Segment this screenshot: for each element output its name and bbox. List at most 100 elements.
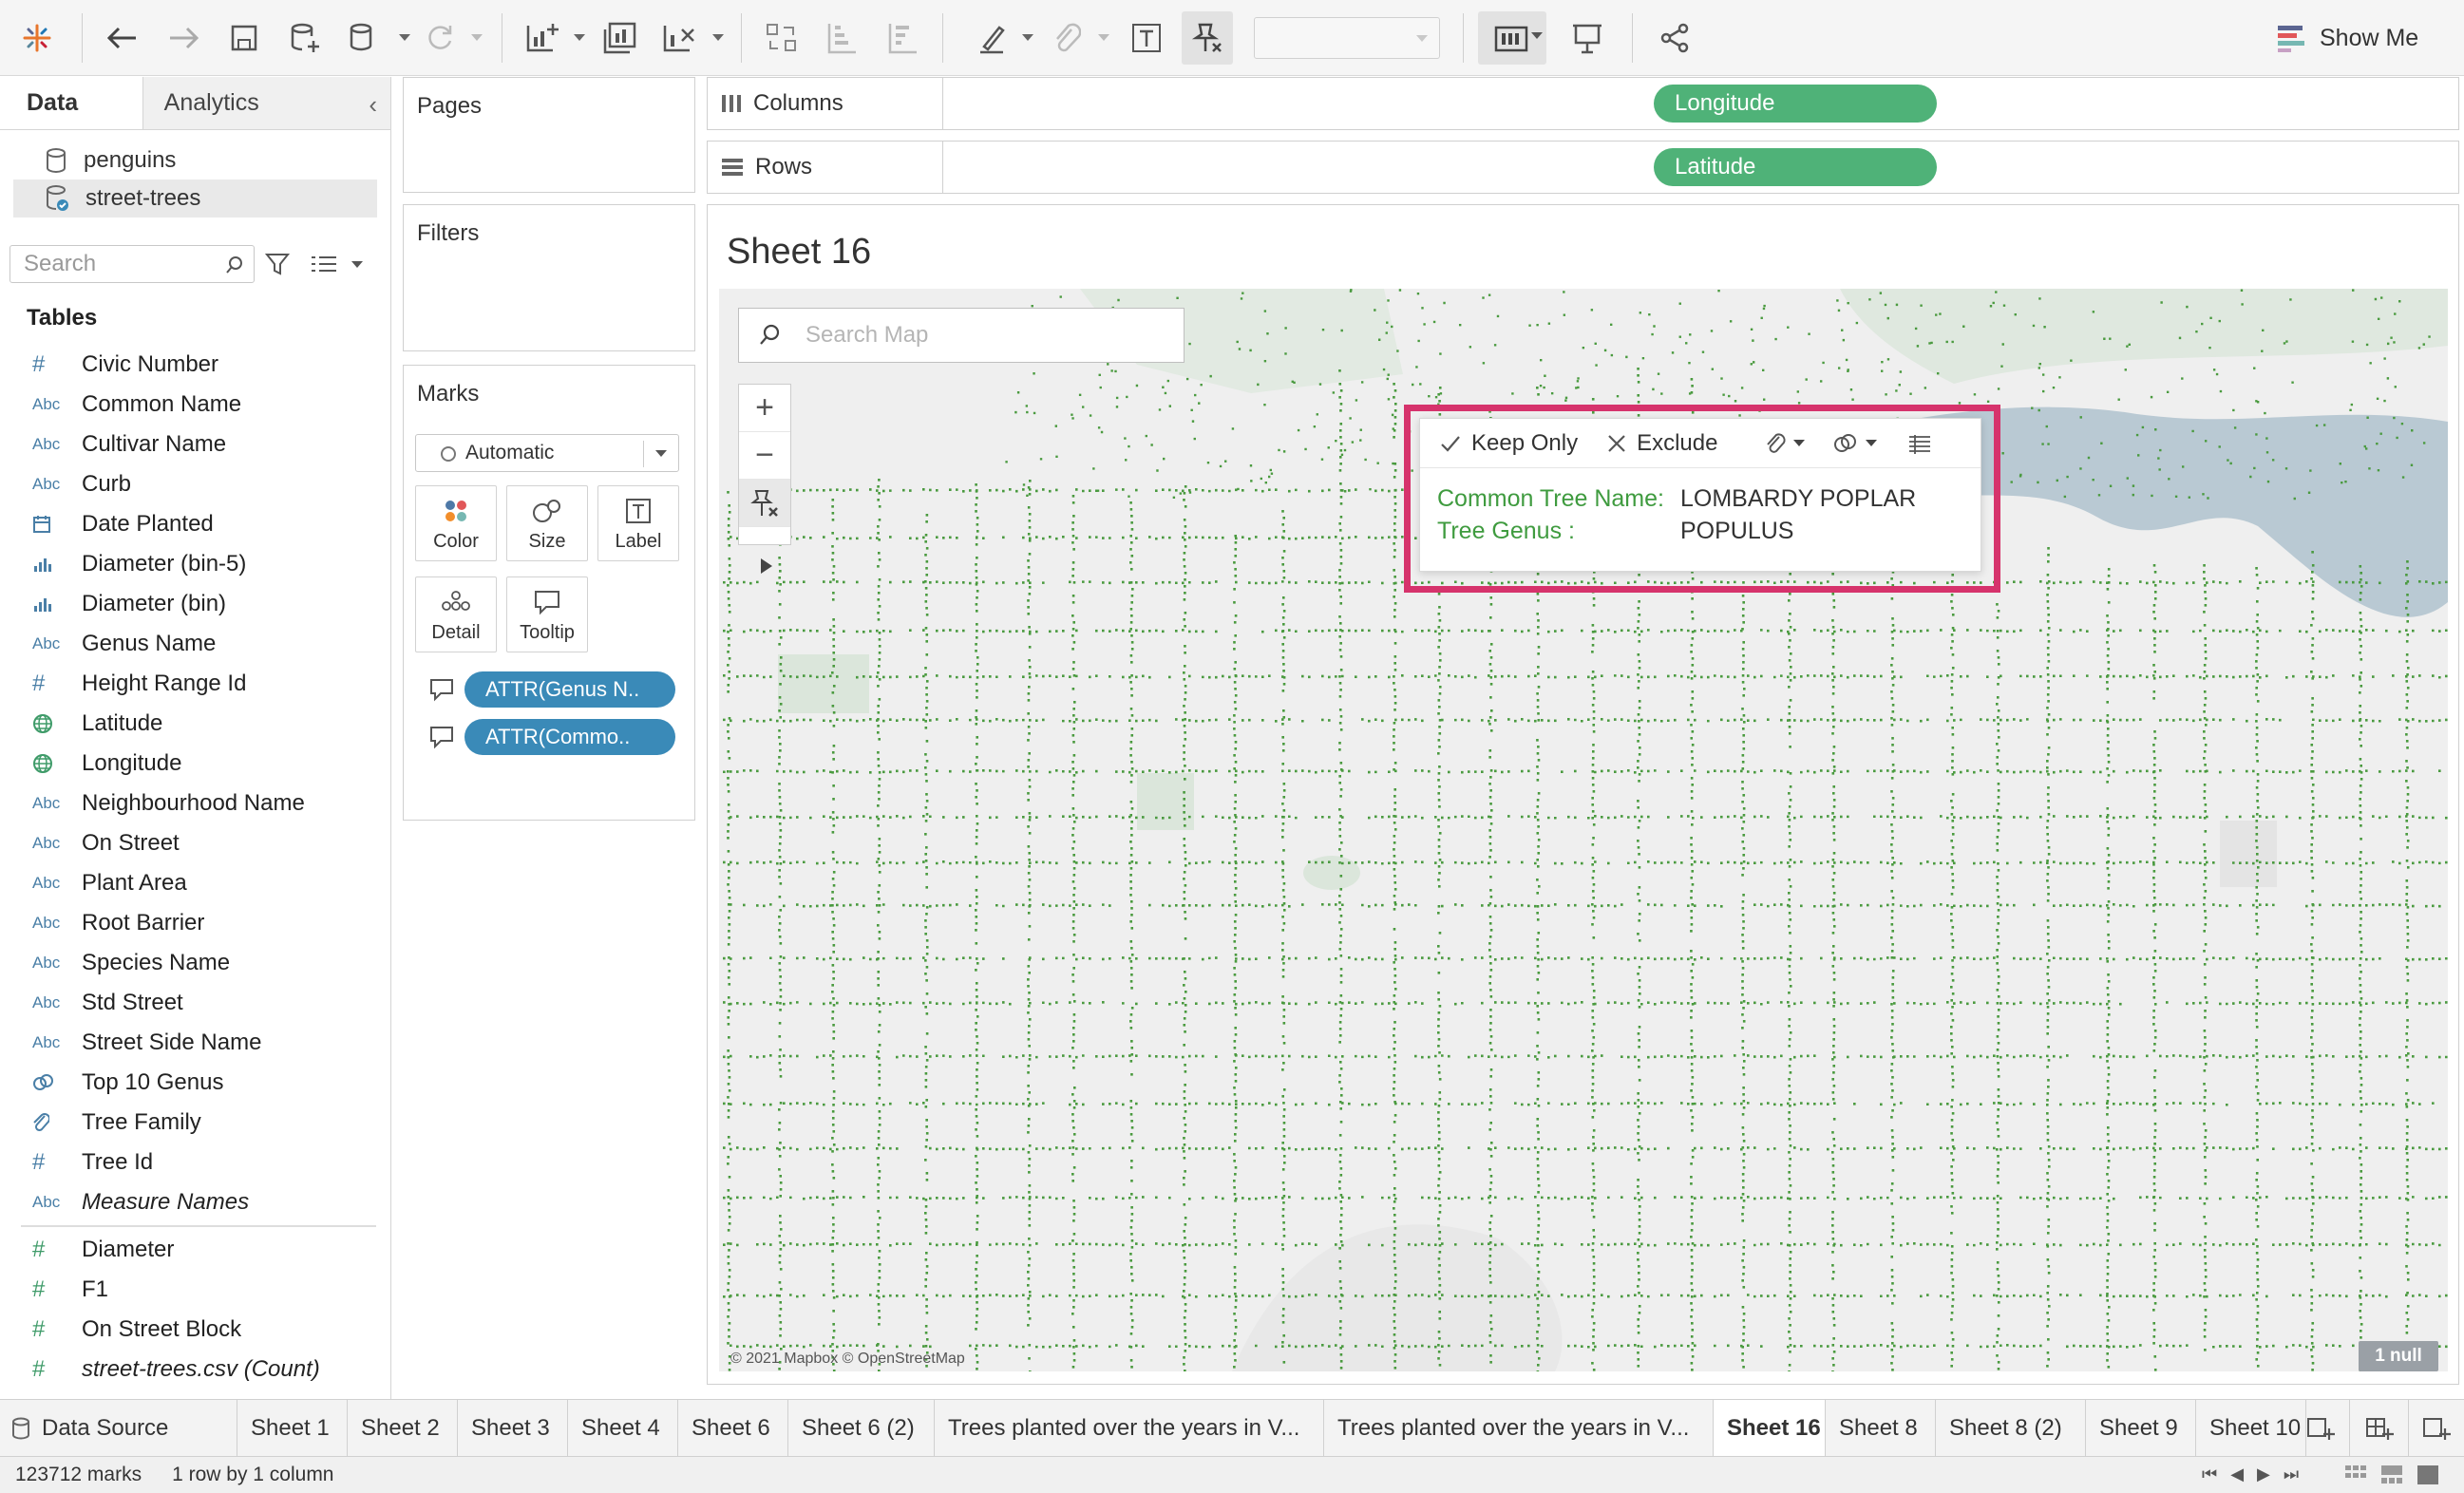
sheet-tab[interactable]: Sheet 9	[2086, 1400, 2196, 1457]
collapse-pane-icon[interactable]: ‹	[369, 90, 377, 120]
null-indicator-badge[interactable]: 1 null	[2359, 1341, 2438, 1371]
last-sheet-icon[interactable]: ⏭	[2284, 1465, 2299, 1484]
zoom-out-icon[interactable]: −	[739, 432, 790, 480]
tab-analytics[interactable]: Analytics	[142, 77, 390, 129]
tableau-logo-icon[interactable]	[11, 11, 63, 65]
search-map-input[interactable]: Search Map	[738, 308, 1185, 363]
presentation-mode-icon[interactable]	[1562, 11, 1613, 65]
field-item[interactable]: Abc Neighbourhood Name	[0, 784, 389, 823]
sheet-sorter-icon[interactable]	[2344, 1465, 2367, 1485]
sheet-tab[interactable]: Sheet 2	[348, 1400, 458, 1457]
exclude-button[interactable]: Exclude	[1606, 430, 1717, 457]
field-item[interactable]: Diameter (bin-5)	[0, 544, 389, 584]
color-button[interactable]: Color	[415, 485, 497, 561]
group-members-icon[interactable]	[1041, 11, 1092, 65]
field-item[interactable]: Abc Street Side Name	[0, 1023, 389, 1063]
previous-sheet-icon[interactable]: ◀	[2230, 1465, 2244, 1484]
first-sheet-icon[interactable]: ⏮	[2202, 1465, 2217, 1484]
tooltip-button[interactable]: Tooltip	[506, 576, 588, 652]
sheet-tab[interactable]: Trees planted over the years in V...	[1324, 1400, 1714, 1457]
field-item[interactable]: Abc On Street	[0, 823, 389, 863]
fit-dropdown[interactable]	[1254, 17, 1440, 59]
field-item[interactable]: Date Planted	[0, 504, 389, 544]
field-item[interactable]: # Tree Id	[0, 1143, 389, 1182]
field-item[interactable]: Abc Common Name	[0, 385, 389, 425]
show-me-button[interactable]: Show Me	[2278, 17, 2418, 59]
rows-shelf[interactable]: Rows Latitude	[707, 141, 2459, 194]
field-item[interactable]: Latitude	[0, 704, 389, 744]
sheet-tab[interactable]: Trees planted over the years in V...	[935, 1400, 1324, 1457]
field-item[interactable]: Abc Curb	[0, 464, 389, 504]
field-item[interactable]: # Height Range Id	[0, 664, 389, 704]
view-data-icon[interactable]	[1907, 433, 1932, 454]
sheet-tab[interactable]: Sheet 1	[237, 1400, 348, 1457]
sheet-tab[interactable]: Sheet 6 (2)	[788, 1400, 935, 1457]
share-icon[interactable]	[1649, 11, 1700, 65]
field-item[interactable]: Abc Std Street	[0, 983, 389, 1023]
map-attribution[interactable]: © 2021 Mapbox © OpenStreetMap	[730, 1351, 965, 1368]
field-item[interactable]: Tree Family	[0, 1103, 389, 1143]
group-button[interactable]	[1765, 431, 1806, 456]
datasource-street-trees[interactable]: street-trees	[13, 180, 377, 217]
field-item[interactable]: Abc Root Barrier	[0, 903, 389, 943]
duplicate-sheet-icon[interactable]	[595, 11, 646, 65]
sheet-tab[interactable]: Sheet 6	[678, 1400, 788, 1457]
field-search-input[interactable]: Search	[9, 245, 255, 283]
field-item[interactable]: Longitude	[0, 744, 389, 784]
pin-map-icon[interactable]	[739, 480, 790, 527]
filters-card[interactable]: Filters	[403, 204, 695, 351]
columns-shelf[interactable]: Columns Longitude	[707, 77, 2459, 130]
show-cards-icon[interactable]	[1478, 11, 1546, 65]
sort-ascending-icon[interactable]	[817, 11, 868, 65]
filmstrip-icon[interactable]	[2380, 1465, 2403, 1485]
pause-updates-icon[interactable]	[338, 11, 389, 65]
new-worksheet-icon[interactable]	[517, 11, 568, 65]
detail-button[interactable]: Detail	[415, 576, 497, 652]
datasource-penguins[interactable]: penguins	[13, 142, 377, 180]
clear-sheet-icon[interactable]	[654, 11, 705, 65]
field-item[interactable]: Top 10 Genus	[0, 1063, 389, 1103]
refresh-icon[interactable]	[414, 11, 465, 65]
field-item[interactable]: Diameter (bin)	[0, 584, 389, 624]
sheet-tab[interactable]: Sheet 3	[458, 1400, 568, 1457]
keep-only-button[interactable]: Keep Only	[1439, 430, 1578, 457]
label-button[interactable]: Label	[597, 485, 679, 561]
create-set-button[interactable]	[1833, 432, 1878, 455]
field-item[interactable]: Abc Cultivar Name	[0, 425, 389, 464]
size-button[interactable]: Size	[506, 485, 588, 561]
data-source-tab[interactable]: Data Source	[0, 1400, 237, 1457]
highlight-icon[interactable]	[967, 11, 1018, 65]
new-story-tab-icon[interactable]	[2409, 1400, 2464, 1457]
view-list-icon[interactable]	[310, 252, 342, 276]
filter-icon[interactable]	[264, 251, 291, 277]
field-item[interactable]: Abc Measure Names	[0, 1182, 389, 1222]
pages-card[interactable]: Pages	[403, 77, 695, 193]
sheet-tab[interactable]: Sheet 8	[1826, 1400, 1936, 1457]
marks-pill-common[interactable]: ATTR(Commo..	[464, 719, 675, 755]
new-datasource-icon[interactable]	[279, 11, 331, 65]
redo-icon[interactable]	[158, 11, 209, 65]
new-dashboard-tab-icon[interactable]	[2350, 1400, 2409, 1457]
marks-pill-genus[interactable]: ATTR(Genus N..	[464, 671, 675, 708]
sheet-tab[interactable]: Sheet 16	[1714, 1400, 1826, 1457]
field-item[interactable]: # Diameter	[0, 1230, 389, 1270]
zoom-in-icon[interactable]: +	[739, 385, 790, 432]
field-item[interactable]: Abc Genus Name	[0, 624, 389, 664]
next-sheet-icon[interactable]: ▶	[2257, 1465, 2270, 1484]
field-item[interactable]: # On Street Block	[0, 1310, 389, 1350]
sort-descending-icon[interactable]	[878, 11, 929, 65]
tab-data[interactable]: Data	[0, 77, 142, 129]
swap-rows-columns-icon[interactable]	[756, 11, 807, 65]
sheet-tab[interactable]: Sheet 10	[2196, 1400, 2306, 1457]
pin-toolbar-icon[interactable]	[1182, 11, 1233, 65]
field-item[interactable]: Abc Species Name	[0, 943, 389, 983]
mark-type-dropdown[interactable]: Automatic	[415, 434, 679, 472]
field-item[interactable]: # street-trees.csv (Count)	[0, 1350, 389, 1389]
field-item[interactable]: # F1	[0, 1270, 389, 1310]
tabs-view-icon[interactable]	[2417, 1465, 2439, 1485]
view-list-caret-icon[interactable]	[351, 260, 363, 268]
sheet-tab[interactable]: Sheet 4	[568, 1400, 678, 1457]
undo-icon[interactable]	[97, 11, 148, 65]
save-icon[interactable]	[218, 11, 270, 65]
expand-toolbar-icon[interactable]	[748, 547, 786, 585]
